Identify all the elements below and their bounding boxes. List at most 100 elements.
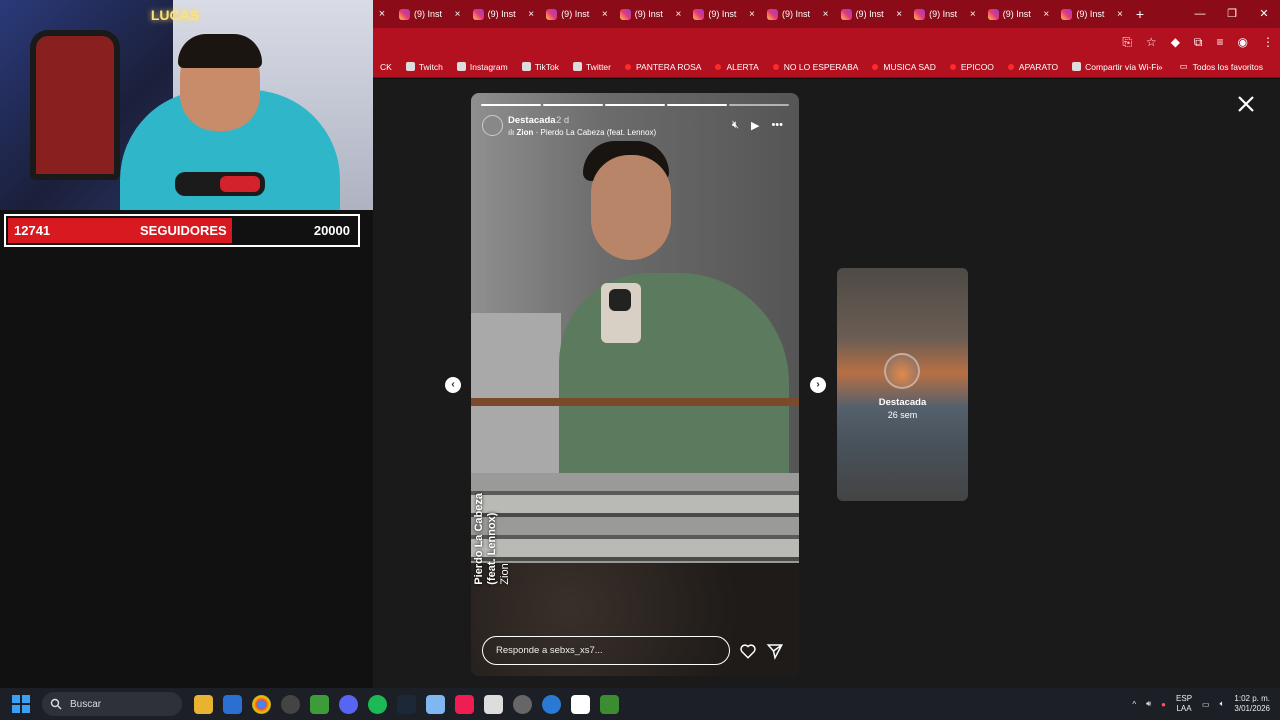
app-icon[interactable] <box>310 694 329 714</box>
tab-close-icon[interactable]: × <box>451 9 465 20</box>
music-artist: Zion <box>516 128 534 137</box>
browser-tab[interactable]: (9) Inst × <box>906 0 980 28</box>
volume-icon[interactable]: 🔊︎ <box>1146 699 1151 709</box>
play-icon[interactable]: ▶ <box>751 119 759 132</box>
browser-tab[interactable]: (9) Inst × <box>465 0 539 28</box>
bookmark-item[interactable]: PANTERA ROSA <box>618 62 709 72</box>
system-tray: ^ 🔊︎ ● ESP LAA ▭ 🔈︎ 1:02 p. m. 3/01/2026 <box>1132 688 1270 720</box>
story-reply-input[interactable]: Responde a sebxs_xs7... <box>482 636 730 665</box>
next-highlight-card[interactable]: Destacada 26 sem <box>837 268 968 501</box>
bookmarks-overflow-icon[interactable]: » <box>1158 62 1163 72</box>
taskbar-search[interactable]: Buscar <box>42 692 182 716</box>
tab-close-icon[interactable]: × <box>892 9 906 20</box>
bookmark-item[interactable]: Twitter <box>566 62 618 72</box>
tiktok-icon <box>521 62 531 71</box>
follower-label: SEGUIDORES <box>140 223 227 238</box>
restore-icon[interactable]: ❐ <box>1216 0 1248 28</box>
previous-story-icon[interactable]: ‹ <box>445 377 461 393</box>
tab-close-icon[interactable]: × <box>745 9 759 20</box>
like-heart-icon[interactable] <box>739 642 757 660</box>
bookmark-label: ALERTA <box>726 61 759 72</box>
chrome-icon[interactable] <box>252 694 271 714</box>
next-story-icon[interactable]: › <box>810 377 826 393</box>
send-icon[interactable] <box>766 642 784 660</box>
tab-close-icon[interactable]: × <box>373 8 391 20</box>
windows-start-icon[interactable] <box>12 695 30 713</box>
spotify-icon[interactable] <box>368 694 387 714</box>
file-explorer-icon[interactable] <box>194 694 213 714</box>
extension-diamond-icon[interactable]: ◆ <box>1171 35 1180 49</box>
minimize-icon[interactable]: — <box>1184 0 1216 28</box>
bookmark-star-icon[interactable]: ☆ <box>1146 35 1157 49</box>
close-window-icon[interactable]: ✕ <box>1248 0 1280 28</box>
extensions-puzzle-icon[interactable]: ⧉ <box>1194 35 1203 50</box>
store-icon[interactable] <box>223 694 242 714</box>
bookmark-item[interactable]: TikTok <box>515 62 566 72</box>
more-options-icon[interactable]: ••• <box>771 119 783 132</box>
browser-tab[interactable]: (9) Inst × <box>1053 0 1127 28</box>
instagram-icon <box>914 8 926 20</box>
browser-tab[interactable]: (9) Inst × <box>391 0 465 28</box>
app-diamond-icon[interactable] <box>426 694 445 714</box>
tiktok-icon[interactable] <box>455 694 474 714</box>
browser-tab[interactable]: (9) Inst × <box>833 0 907 28</box>
steam-icon[interactable] <box>397 694 416 714</box>
bookmark-item[interactable]: CK <box>373 62 399 72</box>
tray-overflow-icon[interactable]: ^ <box>1132 700 1136 709</box>
discord-icon[interactable] <box>339 694 358 714</box>
mic-icon[interactable]: ● <box>1161 700 1166 709</box>
settings-gear-icon[interactable] <box>513 694 532 714</box>
browser-tab[interactable]: (9) Inst × <box>759 0 833 28</box>
close-story-icon[interactable] <box>1236 94 1256 114</box>
bookmark-item[interactable]: ALERTA <box>708 62 765 72</box>
tab-close-icon[interactable]: × <box>819 9 833 20</box>
all-bookmarks-folder[interactable]: ▭ Todos los favoritos <box>1173 61 1270 72</box>
bookmark-item[interactable]: Twitch <box>399 62 450 72</box>
next-highlight-age: 26 sem <box>887 410 918 420</box>
browser-tab[interactable]: (9) Inst × <box>538 0 612 28</box>
notepad-icon[interactable] <box>484 694 503 714</box>
menu-kebab-icon[interactable]: ⋮ <box>1262 35 1274 49</box>
bookmark-item[interactable]: NO LO ESPERABA <box>766 62 866 72</box>
bookmark-label: PANTERA ROSA <box>635 61 702 72</box>
app-blue-icon[interactable] <box>542 694 561 714</box>
language-indicator[interactable]: ESP LAA <box>1176 694 1192 714</box>
story-photo-face <box>591 155 671 260</box>
bookmark-item[interactable]: Instagram <box>450 62 515 72</box>
media-queue-icon[interactable]: ≡ <box>1217 35 1224 49</box>
youtube-icon <box>1007 63 1014 70</box>
obs-icon[interactable] <box>281 694 300 714</box>
tab-close-icon[interactable]: × <box>598 9 612 20</box>
instagram-icon <box>987 8 999 20</box>
capcut-icon[interactable] <box>571 694 590 714</box>
next-highlight-title: Destacada <box>878 397 927 408</box>
story-avatar[interactable] <box>482 115 503 136</box>
new-tab-button[interactable]: + <box>1127 6 1153 22</box>
bookmark-item[interactable]: MUSICA SAD <box>865 62 942 72</box>
browser-tab[interactable]: (9) Inst × <box>980 0 1054 28</box>
browser-tab[interactable]: (9) Inst × <box>685 0 759 28</box>
tab-close-icon[interactable]: × <box>966 9 980 20</box>
story-music[interactable]: ılı Zion · Pierdo La Cabeza (feat. Lenno… <box>508 128 656 137</box>
browser-tab[interactable]: (9) Inst × <box>612 0 686 28</box>
install-app-icon[interactable]: ⎘ <box>1122 35 1132 50</box>
tab-close-icon[interactable]: × <box>671 9 685 20</box>
profile-avatar-icon[interactable]: ◉ <box>1238 35 1248 49</box>
muted-speaker-icon[interactable]: 🔇︎ <box>732 119 739 132</box>
bookmark-item[interactable]: EPICOO <box>943 62 1001 72</box>
clock[interactable]: 1:02 p. m. 3/01/2026 <box>1234 694 1270 714</box>
music-sticker: Pierdo La Cabeza (feat. Lennox) Zion <box>473 493 512 585</box>
tab-close-icon[interactable]: × <box>1039 9 1053 20</box>
bookmark-item[interactable]: APARATO <box>1001 62 1065 72</box>
bookmark-item[interactable]: Compartir vía Wi-Fi <box>1065 62 1165 72</box>
story-username[interactable]: Destacada <box>508 115 556 126</box>
minecraft-icon[interactable] <box>600 694 619 714</box>
bookmarks-bar: CK Twitch Instagram TikTok Twitter PANTERA RO… <box>373 56 1280 78</box>
tab-close-icon[interactable]: × <box>1113 9 1127 20</box>
sound-icon[interactable]: 🔈︎ <box>1220 699 1225 709</box>
search-label: Buscar <box>70 698 102 710</box>
network-icon[interactable]: ▭ <box>1202 700 1210 709</box>
tab-close-icon[interactable]: × <box>524 9 538 20</box>
search-icon <box>50 698 62 710</box>
x-icon <box>572 62 582 71</box>
